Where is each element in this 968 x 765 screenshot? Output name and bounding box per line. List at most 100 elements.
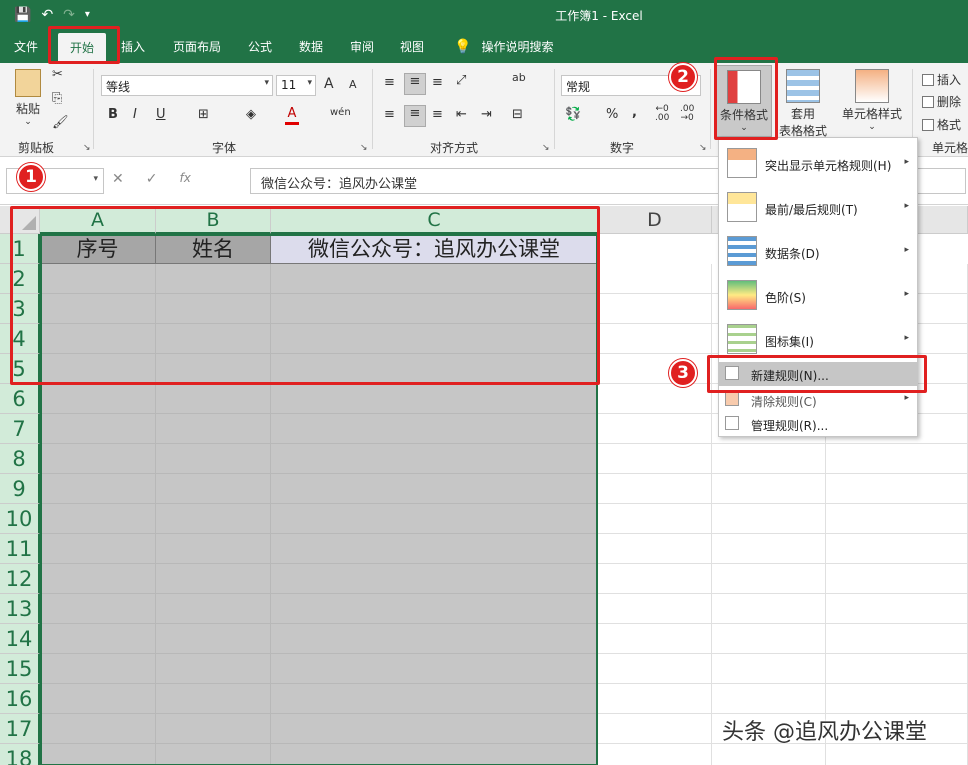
menu-item-highlight-rules[interactable]: 突出显示单元格规则(H) ▸ <box>719 144 917 184</box>
wrap-text-button[interactable]: ab <box>512 71 526 84</box>
grid-cell[interactable] <box>156 504 271 534</box>
increase-indent-icon[interactable]: ⇥ <box>481 107 492 122</box>
grid-cell[interactable] <box>598 504 712 534</box>
grid-cell[interactable] <box>271 564 598 594</box>
underline-button[interactable]: U <box>156 107 166 122</box>
percent-button[interactable]: % <box>606 107 618 122</box>
row-header[interactable]: 11 <box>0 534 40 564</box>
grid-cell[interactable] <box>271 594 598 624</box>
align-left-icon[interactable]: ≡ <box>384 107 395 122</box>
grid-cell[interactable] <box>712 744 826 765</box>
grid-cell[interactable] <box>712 594 826 624</box>
grid-cell[interactable] <box>826 504 968 534</box>
row-header[interactable]: 7 <box>0 414 40 444</box>
decrease-decimal-icon[interactable]: .00 →0 <box>680 105 694 123</box>
grid-cell[interactable] <box>826 624 968 654</box>
cancel-icon[interactable]: ✕ <box>112 171 124 187</box>
dialog-launcher-icon[interactable]: ↘ <box>699 143 707 153</box>
grid-cell[interactable] <box>156 474 271 504</box>
insert-function-icon[interactable]: fx <box>179 171 190 187</box>
enter-icon[interactable]: ✓ <box>146 171 158 187</box>
grid-cell[interactable] <box>826 684 968 714</box>
grid-cell[interactable] <box>598 414 712 444</box>
grid-cell[interactable] <box>271 684 598 714</box>
tell-me-search[interactable]: 💡 操作说明搜索 <box>454 38 553 55</box>
grid-cell[interactable] <box>271 444 598 474</box>
phonetic-button[interactable]: wén <box>330 107 351 118</box>
tab-page-layout[interactable]: 页面布局 <box>173 38 221 55</box>
delete-cells-button[interactable]: 删除 <box>922 93 961 110</box>
dialog-launcher-icon[interactable]: ↘ <box>360 143 368 153</box>
grid-cell[interactable] <box>40 714 156 744</box>
grid-cell[interactable] <box>156 534 271 564</box>
grid-cell[interactable] <box>156 714 271 744</box>
grid-cell[interactable] <box>598 654 712 684</box>
grid-cell[interactable] <box>156 624 271 654</box>
grid-cell[interactable] <box>712 624 826 654</box>
grid-cell[interactable] <box>271 474 598 504</box>
bold-button[interactable]: B <box>108 107 118 122</box>
grid-cell[interactable] <box>271 624 598 654</box>
grid-cell[interactable] <box>826 564 968 594</box>
cell-styles-button[interactable]: 单元格样式 ⌄ <box>836 65 908 135</box>
grid-cell[interactable] <box>598 744 712 765</box>
format-painter-icon[interactable]: 🖌 <box>52 115 69 130</box>
font-color-icon[interactable]: A <box>285 106 299 125</box>
grid-cell[interactable] <box>40 474 156 504</box>
grid-cell[interactable] <box>40 444 156 474</box>
grid-cell[interactable] <box>271 384 598 414</box>
row-header[interactable]: 6 <box>0 384 40 414</box>
grid-cell[interactable] <box>712 654 826 684</box>
font-size-combo[interactable]: 11 ▾ <box>276 75 316 96</box>
grid-cell[interactable] <box>271 504 598 534</box>
copy-icon[interactable]: ⎘ <box>52 91 62 106</box>
row-header[interactable]: 15 <box>0 654 40 684</box>
shrink-font-button[interactable]: A <box>349 78 357 91</box>
grid-cell[interactable] <box>598 264 712 294</box>
tab-view[interactable]: 视图 <box>400 38 424 55</box>
tab-data[interactable]: 数据 <box>299 38 323 55</box>
dialog-launcher-icon[interactable]: ↘ <box>542 143 550 153</box>
grid-cell[interactable] <box>598 594 712 624</box>
cut-icon[interactable]: ✂ <box>52 67 63 82</box>
font-name-combo[interactable]: 等线 ▾ <box>101 75 273 96</box>
row-header[interactable]: 18 <box>0 744 40 765</box>
menu-item-data-bars[interactable]: 数据条(D) ▸ <box>719 232 917 272</box>
grid-cell[interactable] <box>826 534 968 564</box>
grid-cell[interactable] <box>40 504 156 534</box>
menu-item-icon-sets[interactable]: 图标集(I) ▸ <box>719 320 917 360</box>
grid-cell[interactable] <box>826 654 968 684</box>
grid-cell[interactable] <box>271 744 598 765</box>
increase-decimal-icon[interactable]: ←0.00 <box>655 105 669 123</box>
menu-item-top-bottom-rules[interactable]: 最前/最后规则(T) ▸ <box>719 188 917 228</box>
grid-cell[interactable] <box>156 684 271 714</box>
grid-cell[interactable] <box>271 714 598 744</box>
grid-cell[interactable] <box>598 714 712 744</box>
align-bottom-icon[interactable]: ≡ <box>432 75 443 90</box>
grid-cell[interactable] <box>712 504 826 534</box>
row-header[interactable]: 16 <box>0 684 40 714</box>
tab-formulas[interactable]: 公式 <box>248 38 272 55</box>
grid-cell[interactable] <box>40 624 156 654</box>
grid-cell[interactable] <box>40 684 156 714</box>
merge-center-icon[interactable]: ⊟ <box>512 107 523 122</box>
tab-insert[interactable]: 插入 <box>121 38 145 55</box>
grid-cell[interactable] <box>598 324 712 354</box>
grid-cell[interactable] <box>712 534 826 564</box>
grow-font-button[interactable]: A <box>324 76 334 92</box>
grid-cell[interactable] <box>712 474 826 504</box>
align-center-icon[interactable]: ≡ <box>404 105 426 127</box>
grid-cell[interactable] <box>598 384 712 414</box>
row-header[interactable]: 9 <box>0 474 40 504</box>
accounting-format-icon[interactable]: 💱 <box>565 107 581 122</box>
grid-cell[interactable] <box>271 414 598 444</box>
grid-cell[interactable] <box>40 654 156 684</box>
align-middle-icon[interactable]: ≡ <box>404 73 426 95</box>
grid-cell[interactable] <box>156 384 271 414</box>
grid-cell[interactable] <box>40 414 156 444</box>
grid-cell[interactable] <box>598 444 712 474</box>
grid-cell[interactable] <box>712 444 826 474</box>
grid-cell[interactable] <box>598 294 712 324</box>
grid-cell[interactable] <box>826 444 968 474</box>
decrease-indent-icon[interactable]: ⇤ <box>456 107 467 122</box>
